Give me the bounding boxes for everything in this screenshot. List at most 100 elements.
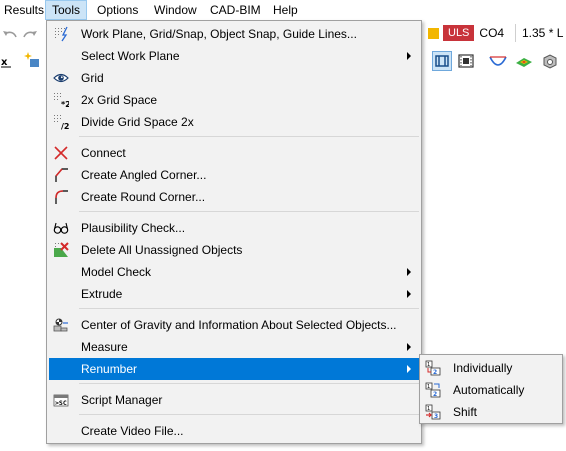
grid-half-icon: /2 (53, 114, 69, 130)
grid-double-icon: *2 (53, 92, 69, 108)
menu-item-script-manager[interactable]: >SC Script Manager (49, 389, 419, 411)
toolbar-x-button[interactable]: x (0, 52, 12, 72)
menu-item-grid[interactable]: Grid (49, 67, 419, 89)
menu-cad-bim[interactable]: CAD-BIM (204, 0, 267, 20)
toolbar-film-button[interactable] (456, 51, 476, 71)
svg-text:1: 1 (427, 384, 430, 390)
menu-tools[interactable]: Tools (45, 0, 88, 20)
menu-item-label: Extrude (81, 287, 123, 301)
menu-item-create-video-file[interactable]: Create Video File... (49, 420, 419, 442)
submenu-item-automatically[interactable]: 12 Automatically (422, 379, 560, 401)
grid-eye-icon (53, 70, 69, 86)
svg-text:2: 2 (433, 369, 437, 376)
menu-separator (79, 211, 419, 212)
svg-text:2: 2 (433, 391, 437, 398)
svg-text:>SC: >SC (55, 399, 67, 407)
submenu-item-label: Shift (453, 405, 478, 419)
menu-item-label: Script Manager (81, 393, 163, 407)
renumber-automatically-icon: 12 (425, 382, 441, 398)
menu-item-label: Select Work Plane (81, 49, 180, 63)
undo-icon (3, 31, 17, 38)
menu-bar: Results Tools Options Window CAD-BIM Hel… (0, 0, 566, 20)
renumber-individually-icon: 12 (425, 360, 441, 376)
toolbar-surface-results-button[interactable] (514, 51, 534, 71)
menu-item-label: Work Plane, Grid/Snap, Object Snap, Guid… (81, 27, 357, 41)
submenu-arrow-icon (407, 343, 411, 351)
toolbar-frame-view-button[interactable] (432, 51, 452, 71)
menu-item-label: 2x Grid Space (81, 93, 158, 107)
menu-item-label: Measure (81, 340, 128, 354)
menu-item-connect[interactable]: Connect (49, 142, 419, 164)
svg-text:3: 3 (434, 413, 438, 420)
svg-text:1: 1 (427, 406, 430, 412)
menu-item-label: Divide Grid Space 2x (81, 115, 194, 129)
menu-item-label: Delete All Unassigned Objects (81, 243, 243, 257)
menu-separator (79, 383, 419, 384)
x-axis-icon: x (1, 57, 11, 68)
situation-color-swatch (428, 27, 439, 39)
menu-item-label: Create Video File... (81, 424, 184, 438)
results-diagram-icon (489, 56, 507, 66)
center-gravity-icon (53, 317, 69, 333)
submenu-arrow-icon (407, 290, 411, 298)
menu-separator (79, 414, 419, 415)
svg-text:x: x (1, 57, 8, 68)
menu-item-label: Renumber (81, 362, 138, 376)
menu-item-label: Plausibility Check... (81, 221, 186, 235)
combination-label: CO4 (479, 26, 505, 40)
menu-item-label: Grid (81, 71, 104, 85)
menu-item-plausibility-check[interactable]: Plausibility Check... (49, 217, 419, 239)
renumber-shift-icon: 13 (425, 404, 441, 420)
delete-unassigned-icon (53, 242, 69, 258)
menu-results[interactable]: Results (0, 0, 50, 20)
menu-item-2x-grid-space[interactable]: *2 2x Grid Space (49, 89, 419, 111)
submenu-arrow-icon (407, 52, 411, 60)
frame-view-icon (435, 55, 449, 67)
load-factor-text[interactable]: 1.35 * L (515, 24, 563, 42)
toolbar-new-object-button[interactable] (22, 50, 42, 70)
submenu-arrow-icon (407, 268, 411, 276)
menu-window[interactable]: Window (148, 0, 203, 20)
svg-text:/2: /2 (61, 122, 69, 130)
menu-item-extrude[interactable]: Extrude (49, 283, 419, 305)
toolbar-3d-view-button[interactable] (540, 51, 560, 71)
tools-menu: Work Plane, Grid/Snap, Object Snap, Guid… (46, 20, 422, 444)
svg-text:*2: *2 (61, 100, 69, 108)
menu-item-model-check[interactable]: Model Check (49, 261, 419, 283)
connect-cross-icon (53, 145, 69, 161)
menu-item-divide-grid-space[interactable]: /2 Divide Grid Space 2x (49, 111, 419, 133)
menu-item-label: Model Check (81, 265, 152, 279)
glasses-icon (53, 220, 69, 236)
menu-options[interactable]: Options (91, 0, 144, 20)
new-object-sparkle-icon (24, 52, 39, 67)
redo-button[interactable] (20, 24, 40, 44)
menu-item-work-plane[interactable]: Work Plane, Grid/Snap, Object Snap, Guid… (49, 23, 419, 45)
film-strip-icon (458, 54, 474, 68)
menu-item-label: Create Angled Corner... (81, 168, 207, 182)
submenu-item-label: Individually (453, 361, 513, 375)
submenu-item-individually[interactable]: 12 Individually (422, 357, 560, 379)
svg-text:1: 1 (427, 362, 430, 368)
menu-item-round-corner[interactable]: Create Round Corner... (49, 186, 419, 208)
work-plane-icon (53, 26, 69, 42)
menu-item-renumber[interactable]: Renumber (49, 358, 419, 380)
renumber-submenu: 12 Individually 12 Automatically 13 Shif… (419, 354, 563, 424)
menu-item-label: Connect (81, 146, 126, 160)
menu-help[interactable]: Help (267, 0, 304, 20)
menu-item-measure[interactable]: Measure (49, 336, 419, 358)
script-manager-icon: >SC (53, 392, 69, 408)
menu-item-label: Create Round Corner... (81, 190, 206, 204)
submenu-arrow-icon (407, 365, 411, 373)
menu-item-select-work-plane[interactable]: Select Work Plane (49, 45, 419, 67)
angled-corner-icon (53, 167, 69, 183)
undo-button[interactable] (0, 24, 20, 44)
menu-item-center-of-gravity[interactable]: Center of Gravity and Information About … (49, 314, 419, 336)
redo-icon (23, 31, 37, 38)
menu-item-angled-corner[interactable]: Create Angled Corner... (49, 164, 419, 186)
menu-item-label: Center of Gravity and Information About … (81, 318, 397, 332)
toolbar-results-diagram-button[interactable] (488, 51, 508, 71)
load-combination-combo[interactable]: ULS CO4 (428, 24, 504, 42)
submenu-item-shift[interactable]: 13 Shift (422, 401, 560, 423)
cube-3d-icon (543, 54, 557, 69)
menu-item-delete-unassigned[interactable]: Delete All Unassigned Objects (49, 239, 419, 261)
